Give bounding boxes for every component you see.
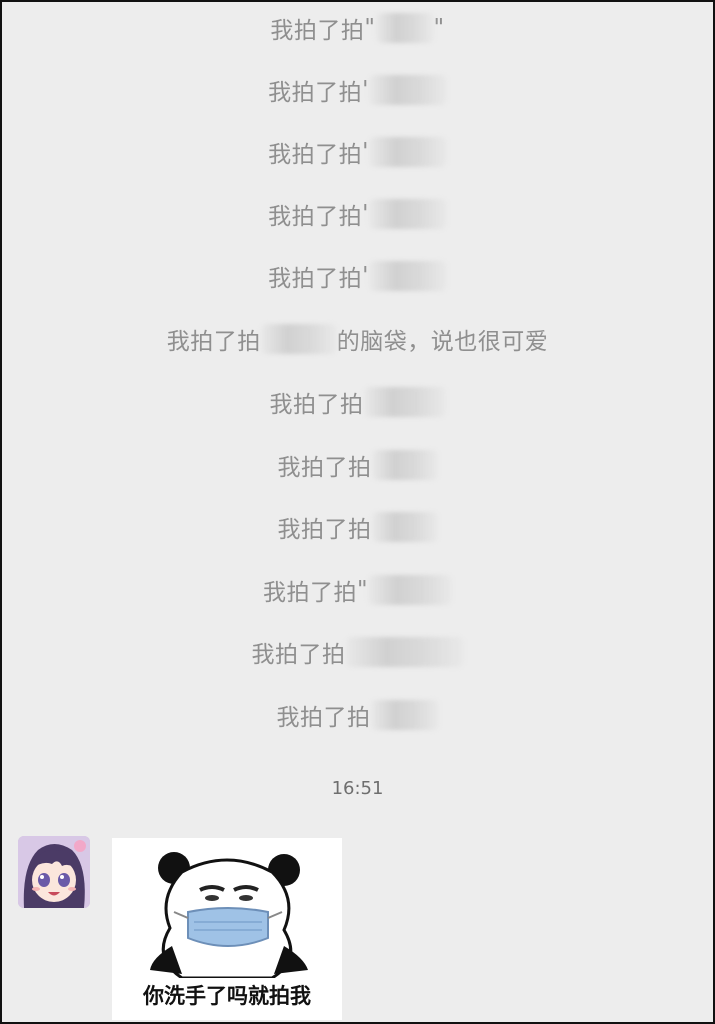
pat-system-message: 我拍了拍 " " (2, 8, 713, 48)
message-timestamp: 16:51 (331, 778, 384, 799)
blurred-username (363, 387, 446, 417)
blurred-username (368, 137, 447, 167)
pat-system-message: 我拍了拍 (2, 445, 713, 485)
pat-quote: ' (362, 77, 369, 103)
panda-mask-sticker-icon (150, 852, 308, 980)
pat-suffix: " (433, 15, 445, 41)
pat-system-message: 我拍了拍 ' (2, 194, 713, 234)
pat-prefix: 我拍了拍 (268, 80, 363, 106)
pat-system-message: 我拍了拍 " (2, 570, 713, 610)
pat-suffix: 的脑袋，说也很可爱 (336, 329, 549, 355)
pat-system-message: 我拍了拍 ' (2, 256, 713, 296)
pat-prefix: 我拍了拍 (277, 517, 372, 543)
pat-prefix: 我拍了拍 (276, 705, 371, 731)
pat-prefix: 我拍了拍 (277, 455, 372, 481)
pat-prefix: 我拍了拍 (268, 266, 363, 292)
blurred-username (368, 575, 453, 605)
pat-prefix: 我拍了拍 (270, 18, 365, 44)
pat-prefix: 我拍了拍 (251, 642, 346, 668)
pat-system-message: 我拍了拍 ' (2, 132, 713, 172)
blurred-username (370, 700, 439, 730)
sender-avatar[interactable] (18, 836, 90, 908)
pat-system-message: 我拍了拍 (2, 632, 713, 672)
panda-sticker-message[interactable]: 你洗手了吗就拍我 (112, 838, 342, 1020)
blurred-username (371, 512, 438, 542)
pat-prefix: 我拍了拍 (268, 204, 363, 230)
pat-quote: ' (362, 263, 369, 289)
blurred-username (345, 637, 464, 667)
pat-system-message: 我拍了拍 (2, 382, 713, 422)
sticker-caption: 你洗手了吗就拍我 (143, 984, 311, 1008)
pat-system-message: 我拍了拍 (2, 507, 713, 547)
blurred-username (375, 13, 434, 43)
pat-prefix: 我拍了拍 (269, 392, 364, 418)
pat-quote: " (356, 577, 369, 603)
pat-quote: ' (362, 201, 369, 227)
pat-quote: ' (362, 139, 369, 165)
pat-quote: " (364, 15, 376, 41)
pat-prefix: 我拍了拍 (262, 580, 357, 606)
chat-window: 我拍了拍 " " 我拍了拍 ' 我拍了拍 ' 我拍了拍 ' 我拍了拍 ' 我拍了拍 的脑袋，说也很可爱我… (0, 0, 715, 1024)
pat-prefix: 我拍了拍 (268, 142, 363, 168)
pat-system-message: 我拍了拍 (2, 695, 713, 735)
blurred-username (368, 75, 447, 105)
blurred-username (371, 450, 438, 480)
blurred-username (368, 261, 447, 291)
blurred-username (260, 324, 337, 354)
anime-girl-avatar-icon (18, 836, 90, 908)
pat-system-message: 我拍了拍 的脑袋，说也很可爱 (2, 319, 713, 359)
pat-prefix: 我拍了拍 (166, 329, 261, 355)
pat-system-message: 我拍了拍 ' (2, 70, 713, 110)
blurred-username (368, 199, 447, 229)
